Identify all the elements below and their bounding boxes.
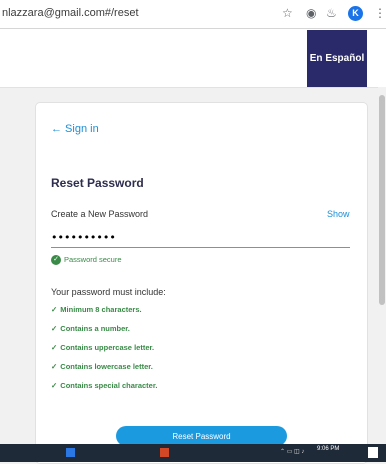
reset-password-button[interactable]: Reset Password — [116, 426, 287, 446]
os-taskbar: ⌃ ▭ ◫ ♪ 9:06 PM — [0, 444, 386, 462]
notification-icon[interactable] — [368, 447, 378, 458]
requirement-item: ✓ Contains uppercase letter. — [51, 340, 157, 359]
requirement-item: ✓ Minimum 8 characters. — [51, 302, 157, 321]
requirement-text: Contains lowercase letter. — [60, 362, 153, 371]
page-scrollbar[interactable] — [378, 87, 386, 444]
check-icon: ✓ — [51, 324, 58, 333]
check-icon: ✓ — [51, 305, 58, 314]
requirement-text: Contains special character. — [60, 381, 158, 390]
language-toggle-button[interactable]: En Español — [307, 30, 367, 87]
requirement-item: ✓ Contains a number. — [51, 321, 157, 340]
taskbar-app-outlook[interactable] — [66, 446, 77, 460]
new-password-input[interactable] — [51, 227, 350, 248]
extension-icon[interactable]: ◉ — [306, 6, 316, 20]
taskbar-app-powerpoint[interactable] — [160, 446, 171, 460]
more-menu-icon[interactable]: ⋮ — [374, 6, 386, 20]
chef-hat-icon[interactable]: ♨ — [326, 6, 337, 20]
requirement-item: ✓ Contains lowercase letter. — [51, 359, 157, 378]
requirements-list: ✓ Minimum 8 characters. ✓ Contains a numbe… — [51, 302, 157, 397]
page-title: Reset Password — [51, 176, 144, 190]
url-text[interactable]: nlazzara@gmail.com#/reset — [2, 7, 139, 19]
password-status: ✓ Password secure — [51, 255, 122, 266]
requirement-item: ✓ Contains special character. — [51, 378, 157, 397]
requirements-heading: Your password must include: — [51, 287, 166, 297]
scrollbar-thumb[interactable] — [379, 95, 385, 305]
requirement-text: Minimum 8 characters. — [60, 305, 142, 314]
taskbar-clock[interactable]: 9:06 PM — [317, 445, 339, 453]
presentation-app-icon — [160, 447, 169, 457]
password-status-text: Password secure — [64, 255, 122, 264]
mail-app-icon — [66, 447, 75, 457]
requirement-text: Contains a number. — [60, 324, 130, 333]
star-icon[interactable]: ☆ — [282, 6, 293, 20]
check-icon: ✓ — [51, 381, 58, 390]
sign-in-link[interactable]: ← Sign in — [51, 123, 99, 135]
reset-password-card: ← Sign in Reset Password Create a New Pa… — [35, 102, 368, 464]
password-field-label: Create a New Password — [51, 209, 149, 219]
system-tray[interactable]: ⌃ ▭ ◫ ♪ — [280, 448, 304, 455]
check-circle-icon: ✓ — [51, 255, 61, 266]
browser-address-bar: nlazzara@gmail.com#/reset ☆ ◉ ♨ ⚿ K ⋮ — [0, 0, 386, 29]
profile-avatar[interactable]: K — [348, 6, 363, 21]
check-icon: ✓ — [51, 362, 58, 371]
requirement-text: Contains uppercase letter. — [60, 343, 155, 352]
show-password-toggle[interactable]: Show — [327, 209, 350, 219]
check-icon: ✓ — [51, 343, 58, 352]
